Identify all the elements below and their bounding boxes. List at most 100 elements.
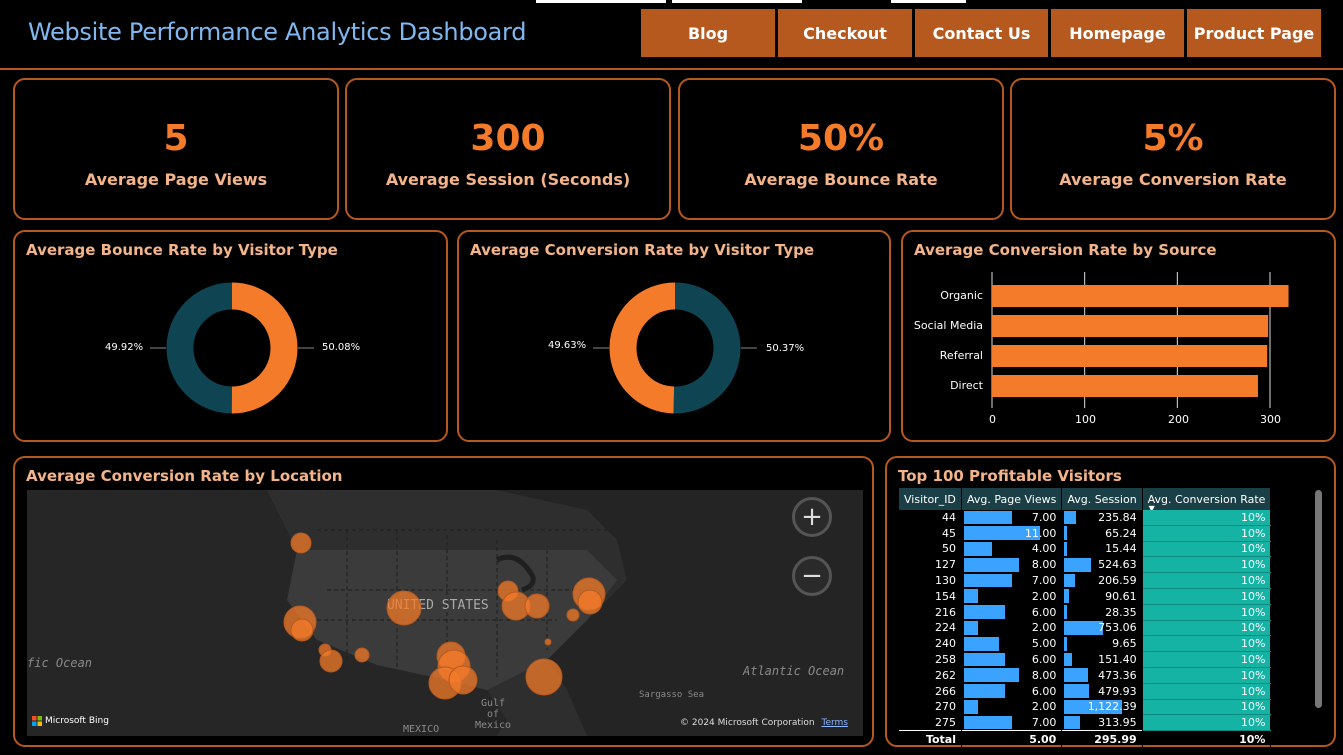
page-views-cell: 7.00 bbox=[961, 510, 1063, 526]
bar-label-referral: Referral bbox=[939, 349, 983, 362]
session-bar bbox=[1064, 652, 1073, 667]
session-cell: 473.36 bbox=[1061, 667, 1143, 684]
bar-referral[interactable] bbox=[992, 345, 1268, 367]
total-label: Total bbox=[899, 730, 962, 748]
bounce-rate-by-visitor-card: Average Bounce Rate by Visitor Type 49.9… bbox=[13, 230, 448, 442]
session-value: 313.95 bbox=[1098, 716, 1137, 729]
conversion-rate-cell: 10% bbox=[1142, 620, 1272, 637]
donut-slice-0[interactable] bbox=[231, 282, 298, 414]
page-views-bar bbox=[964, 684, 1005, 699]
conversion-rate-cell: 10% bbox=[1142, 699, 1272, 716]
session-cell: 753.06 bbox=[1061, 620, 1143, 636]
page-views-value: 6.00 bbox=[1031, 684, 1057, 698]
page-views-value: 2.00 bbox=[1031, 700, 1057, 714]
page-views-bar bbox=[964, 621, 978, 635]
bar-direct[interactable] bbox=[992, 375, 1258, 397]
bounce-rate-donut-chart[interactable] bbox=[15, 232, 450, 444]
visitor-id-cell: 275 bbox=[899, 714, 962, 731]
visitor-id-cell: 266 bbox=[899, 683, 962, 700]
conversion-rate-by-source-card: Average Conversion Rate by Source Organi… bbox=[901, 230, 1336, 442]
page-views-cell: 2.00 bbox=[961, 588, 1063, 605]
bar-social-media[interactable] bbox=[992, 315, 1269, 337]
bar-label-direct: Direct bbox=[950, 379, 983, 392]
table-row[interactable]: 224 2.00 753.06 10% bbox=[899, 620, 1272, 637]
page-views-value: 11.00 bbox=[1024, 526, 1057, 540]
nav-button-contact-us[interactable]: Contact Us bbox=[915, 9, 1048, 57]
session-cell: 1,122.39 bbox=[1061, 699, 1143, 715]
table-row[interactable]: 262 8.00 473.36 10% bbox=[899, 667, 1272, 684]
table-row[interactable]: 240 5.00 9.65 10% bbox=[899, 635, 1272, 653]
session-bar bbox=[1064, 526, 1068, 541]
kpi-value: 50% bbox=[797, 118, 885, 159]
x-tick-100: 100 bbox=[1075, 413, 1096, 426]
session-cell: 151.40 bbox=[1061, 651, 1143, 668]
donut-slice-1[interactable] bbox=[166, 282, 233, 414]
donut-slice-0[interactable] bbox=[673, 282, 741, 414]
table-row[interactable]: 130 7.00 206.59 10% bbox=[899, 572, 1272, 589]
zoom-in-button[interactable]: + bbox=[792, 497, 832, 537]
conversion-rate-cell: 10% bbox=[1142, 588, 1272, 605]
table-row[interactable]: 44 7.00 235.84 10% bbox=[899, 510, 1272, 526]
page-views-cell: 7.00 bbox=[961, 572, 1063, 589]
x-tick-0: 0 bbox=[989, 413, 996, 426]
nav-button-blog[interactable]: Blog bbox=[641, 9, 775, 57]
session-bar bbox=[1064, 573, 1076, 588]
table-title: Top 100 Profitable Visitors bbox=[898, 467, 1122, 485]
column-header-visitor-id[interactable]: Visitor_ID bbox=[899, 488, 962, 510]
copyright-text: © 2024 Microsoft Corporation bbox=[680, 718, 815, 728]
zoom-out-button[interactable]: − bbox=[792, 556, 832, 596]
conversion-rate-cell: 10% bbox=[1142, 683, 1272, 700]
session-cell: 524.63 bbox=[1061, 556, 1143, 573]
conversion-rate-cell: 10% bbox=[1142, 714, 1272, 732]
terms-link[interactable]: Terms bbox=[821, 718, 848, 728]
bar-organic[interactable] bbox=[992, 285, 1289, 307]
visitors-table: Visitor_ID Avg. Page Views Avg. Session … bbox=[899, 488, 1272, 748]
column-header-session[interactable]: Avg. Session bbox=[1061, 488, 1143, 510]
table-row[interactable]: 258 6.00 151.40 10% bbox=[899, 651, 1272, 668]
table-row[interactable]: 45 11.00 65.24 10% bbox=[899, 525, 1272, 542]
session-value: 28.35 bbox=[1105, 605, 1137, 619]
location-bubble bbox=[319, 649, 343, 673]
total-conversion-rate: 10% bbox=[1142, 730, 1272, 748]
donut-slice-1[interactable] bbox=[609, 282, 676, 414]
nav-button-product-page[interactable]: Product Page bbox=[1187, 9, 1321, 57]
session-value: 753.06 bbox=[1098, 621, 1137, 635]
session-value: 15.44 bbox=[1105, 542, 1137, 556]
conversion-rate-cell: 10% bbox=[1142, 541, 1272, 558]
kpi-value: 300 bbox=[470, 118, 546, 159]
location-map[interactable]: UNITED STATES fic Ocean Atlantic Ocean G… bbox=[27, 490, 863, 736]
location-bubble bbox=[525, 658, 563, 696]
chart-title: Average Conversion Rate by Location bbox=[26, 467, 343, 485]
page-views-cell: 6.00 bbox=[961, 604, 1063, 621]
table-row[interactable]: 270 2.00 1,122.39 10% bbox=[899, 699, 1272, 716]
visitor-id-cell: 127 bbox=[899, 556, 962, 573]
session-bar bbox=[1064, 589, 1070, 604]
session-value: 90.61 bbox=[1105, 589, 1137, 603]
kpi-label: Average Page Views bbox=[84, 170, 268, 189]
location-bubble bbox=[524, 593, 550, 619]
table-row[interactable]: 127 8.00 524.63 10% bbox=[899, 556, 1272, 574]
location-bubble bbox=[566, 608, 580, 622]
table-row[interactable]: 216 6.00 28.35 10% bbox=[899, 604, 1272, 621]
page-views-cell: 5.00 bbox=[961, 635, 1063, 652]
visitor-id-cell: 130 bbox=[899, 572, 962, 589]
x-tick-200: 200 bbox=[1168, 413, 1189, 426]
visitor-id-cell: 50 bbox=[899, 541, 962, 557]
total-session: 295.99 bbox=[1061, 730, 1143, 748]
bing-logo: Microsoft Bing bbox=[32, 716, 109, 726]
table-row[interactable]: 50 4.00 15.44 10% bbox=[899, 541, 1272, 558]
session-cell: 206.59 bbox=[1061, 572, 1143, 589]
nav-button-homepage[interactable]: Homepage bbox=[1051, 9, 1184, 57]
column-header-conversion-rate[interactable]: Avg. Conversion Rate ▼ bbox=[1142, 488, 1272, 513]
visitor-id-cell: 262 bbox=[899, 667, 962, 684]
session-cell: 65.24 bbox=[1061, 525, 1143, 542]
page-views-bar bbox=[964, 589, 978, 604]
table-row[interactable]: 266 6.00 479.93 10% bbox=[899, 683, 1272, 700]
session-value: 473.36 bbox=[1098, 668, 1137, 682]
conversion-rate-donut-chart[interactable] bbox=[459, 232, 893, 444]
nav-button-checkout[interactable]: Checkout bbox=[778, 9, 912, 57]
column-header-page-views[interactable]: Avg. Page Views bbox=[961, 488, 1063, 510]
table-row[interactable]: 154 2.00 90.61 10% bbox=[899, 588, 1272, 605]
table-row[interactable]: 275 7.00 313.95 10% bbox=[899, 714, 1272, 732]
table-scrollbar[interactable] bbox=[1315, 490, 1322, 708]
